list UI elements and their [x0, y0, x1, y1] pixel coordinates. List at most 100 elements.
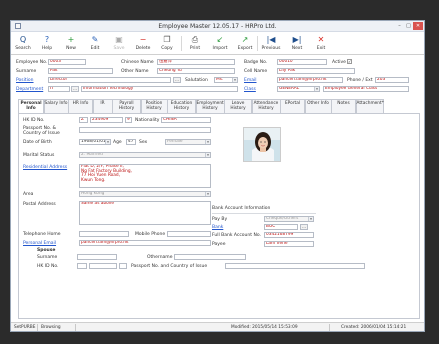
status-modified: Modified: 2015/05/14 15:53:09	[231, 325, 298, 330]
tab-position-history[interactable]: Position History	[140, 99, 168, 113]
cell-name-field[interactable]: Lily Pak	[277, 68, 355, 74]
area-select[interactable]: Hong Kong ▾	[79, 191, 211, 197]
delete-button[interactable]: − Delete	[131, 34, 155, 54]
bank-lookup-button[interactable]: …	[300, 224, 308, 230]
class-link[interactable]: Class	[244, 87, 256, 92]
residential-address-line: Kwun Tong.	[81, 177, 106, 183]
department-code-field[interactable]: IT	[48, 86, 70, 92]
salutation-select[interactable]: Ms. ▾	[214, 77, 238, 83]
postal-address-field[interactable]: Same as above	[79, 201, 211, 225]
edit-button[interactable]: ✎ Edit	[83, 34, 107, 54]
residential-address-field[interactable]: Flat D, 2/F, Phase II, Ng Fat Factory Bui…	[79, 164, 211, 188]
calendar-dropdown-icon: ▾	[105, 140, 110, 144]
tab-notes[interactable]: Notes	[331, 99, 356, 113]
print-button[interactable]: ⎙ Print	[183, 34, 207, 54]
position-link[interactable]: Position	[16, 78, 34, 83]
tab-salary-info[interactable]: Salary Info	[43, 99, 69, 113]
surname-field[interactable]: Pak	[48, 68, 113, 74]
next-button[interactable]: ▶| Next	[285, 34, 309, 54]
phone-ext-label: Phone / Ext	[347, 78, 373, 83]
tab-ir[interactable]: IR	[92, 99, 113, 113]
search-button[interactable]: Q Search	[11, 34, 35, 54]
export-button-label: Export	[237, 46, 253, 51]
tab-payroll-history[interactable]: Payroll History	[112, 99, 141, 113]
next-button-label: Next	[291, 46, 303, 51]
payee-field[interactable]: Lam Irene	[264, 241, 314, 247]
phone-ext-field[interactable]: 203	[375, 77, 409, 83]
passport-field[interactable]	[79, 127, 211, 133]
tab-personal-info[interactable]: Personal Info	[18, 99, 44, 113]
exit-button[interactable]: ✕ Exit	[309, 34, 333, 54]
spouse-hkid-check-field[interactable]	[119, 263, 127, 269]
spouse-othername-field[interactable]	[174, 254, 246, 260]
telephone-home-field[interactable]	[79, 231, 129, 237]
employee-no-label: Employee No.	[16, 60, 48, 65]
maximize-button[interactable]: □	[404, 22, 413, 30]
personal-email-link[interactable]: Personal Email	[23, 241, 56, 246]
spouse-passport-field[interactable]	[225, 263, 365, 269]
residential-address-link[interactable]: Residential Address	[23, 165, 67, 170]
tab-education-history[interactable]: Education History	[167, 99, 196, 113]
status-created: Created: 2006/01/04 15:14:21	[341, 325, 407, 330]
dob-field[interactable]: 1968/01/01 ▾	[79, 139, 111, 145]
nationality-field[interactable]: CHINA	[161, 117, 211, 123]
tab-leave-history[interactable]: Leave History	[224, 99, 252, 113]
sex-select[interactable]: Female ▾	[165, 139, 211, 145]
class-code-field[interactable]: GENERAL ▾	[277, 86, 320, 92]
hkid-number-field[interactable]: 234909	[90, 117, 123, 123]
pay-by-label: Pay By	[212, 217, 228, 222]
tab-attendance-history[interactable]: Attendance History	[251, 99, 281, 113]
chevron-down-icon: ▾	[232, 78, 237, 82]
chinese-name-field[interactable]: 伍嘉萍	[157, 59, 235, 65]
spouse-hkid-label: HK ID No.	[37, 264, 59, 269]
position-lookup-button[interactable]: …	[173, 77, 181, 83]
print-icon: ⎙	[191, 35, 199, 44]
previous-icon: |◀	[266, 35, 276, 44]
previous-button-label: Previous	[261, 46, 281, 51]
employee-no-field[interactable]: 0003	[48, 59, 86, 65]
email-link[interactable]: Email	[244, 78, 257, 83]
status-user: SetPURBE	[14, 325, 36, 330]
tab-employment-history[interactable]: Employment History	[195, 99, 225, 113]
minimize-button[interactable]: –	[395, 22, 404, 30]
export-button[interactable]: ↗ Export	[233, 34, 257, 54]
surname-label: Surname	[16, 69, 37, 74]
marital-status-label: Marital Status	[23, 153, 55, 158]
print-button-label: Print	[189, 46, 201, 51]
close-button[interactable]: ✕	[413, 22, 423, 30]
badge-no-field[interactable]: 00010	[277, 59, 327, 65]
email-field[interactable]: pancen.lam@hrpro.hk	[277, 77, 343, 83]
spouse-hkid-number-field[interactable]	[89, 263, 117, 269]
full-bank-account-field[interactable]: 0342168799	[264, 232, 314, 238]
hkid-check-field[interactable]: 9	[125, 117, 132, 123]
spouse-surname-field[interactable]	[77, 254, 117, 260]
pay-by-select[interactable]: Cheque/Others ▾	[264, 216, 314, 222]
bank-field[interactable]: BOC	[264, 224, 298, 230]
previous-button[interactable]: |◀ Previous	[259, 34, 283, 54]
new-button[interactable]: + New	[59, 34, 83, 54]
hkid-prefix-field[interactable]: Z	[79, 117, 88, 123]
tab-attachment[interactable]: Attachment*	[355, 99, 384, 113]
department-lookup-button[interactable]: …	[71, 86, 79, 92]
employee-master-window: Employee Master 12.05.17 - HRPro Ltd. – …	[10, 20, 425, 332]
other-name-field[interactable]: Cheung Yu	[157, 68, 235, 74]
tab-eportal[interactable]: EPortal	[280, 99, 305, 113]
tab-other-info[interactable]: Other Info	[304, 99, 332, 113]
mobile-phone-field[interactable]	[167, 231, 211, 237]
position-field[interactable]: Director	[48, 77, 171, 83]
personal-email-field[interactable]: pancen.lam@hrpro.hk	[79, 240, 211, 246]
bank-link[interactable]: Bank	[212, 225, 223, 230]
copy-button[interactable]: ❐ Copy	[155, 34, 179, 54]
spouse-hkid-prefix-field[interactable]	[77, 263, 87, 269]
save-button[interactable]: ▣ Save	[107, 34, 131, 54]
class-name-field: Employee General Class	[323, 86, 409, 92]
save-button-label: Save	[113, 46, 125, 51]
marital-status-select[interactable]: 2. Married ▾	[79, 152, 211, 158]
employee-photo[interactable]	[243, 127, 281, 162]
help-button[interactable]: ? Help	[35, 34, 59, 54]
active-checkbox[interactable]: ✓	[347, 59, 352, 64]
tab-hr-info[interactable]: HR Info	[68, 99, 93, 113]
search-icon: Q	[19, 35, 27, 44]
import-button[interactable]: ↙ Import	[208, 34, 232, 54]
department-link[interactable]: Department	[16, 87, 43, 92]
